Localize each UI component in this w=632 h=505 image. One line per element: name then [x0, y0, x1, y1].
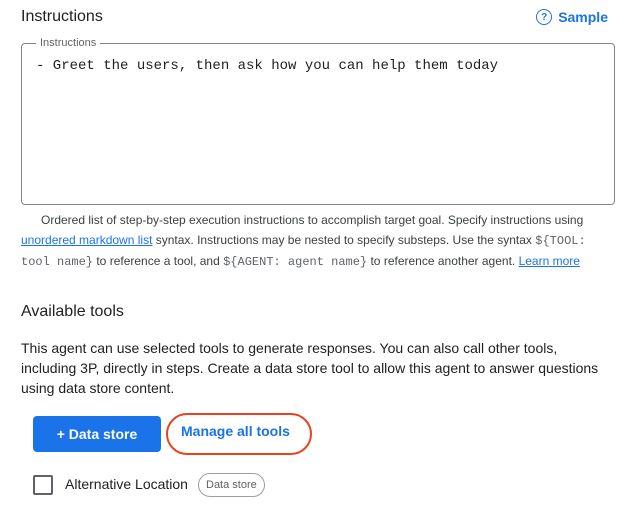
instructions-textarea[interactable]: Instructions - Greet the users, then ask…	[21, 37, 615, 205]
helper-text-4: to reference another agent.	[367, 254, 519, 268]
instructions-field-value: - Greet the users, then ask how you can …	[36, 58, 499, 74]
tool-label: Alternative Location	[65, 476, 188, 492]
available-tools-title: Available tools	[21, 303, 124, 320]
learn-more-link[interactable]: Learn more	[519, 254, 580, 268]
agent-syntax: ${AGENT: agent name}	[223, 255, 368, 269]
tool-checkbox[interactable]	[33, 475, 53, 495]
helper-text-1: Ordered list of step-by-step execution i…	[41, 213, 584, 227]
instructions-field-label: Instructions	[36, 37, 101, 49]
available-tools-description: This agent can use selected tools to gen…	[21, 340, 599, 396]
manage-all-tools-button[interactable]: Manage all tools	[181, 423, 290, 439]
help-icon: ?	[536, 9, 553, 25]
helper-text-2: syntax. Instructions may be nested to sp…	[152, 233, 536, 247]
helper-text-3: to reference a tool, and	[93, 254, 224, 268]
sample-label: Sample	[558, 9, 608, 25]
add-data-store-button[interactable]: + Data store	[33, 416, 161, 452]
markdown-list-link[interactable]: unordered markdown list	[21, 233, 152, 247]
instructions-helper-text: Ordered list of step-by-step execution i…	[21, 210, 611, 272]
instructions-title: Instructions	[21, 8, 103, 25]
sample-link[interactable]: ? Sample	[536, 9, 608, 25]
data-store-chip: Data store	[198, 473, 265, 497]
